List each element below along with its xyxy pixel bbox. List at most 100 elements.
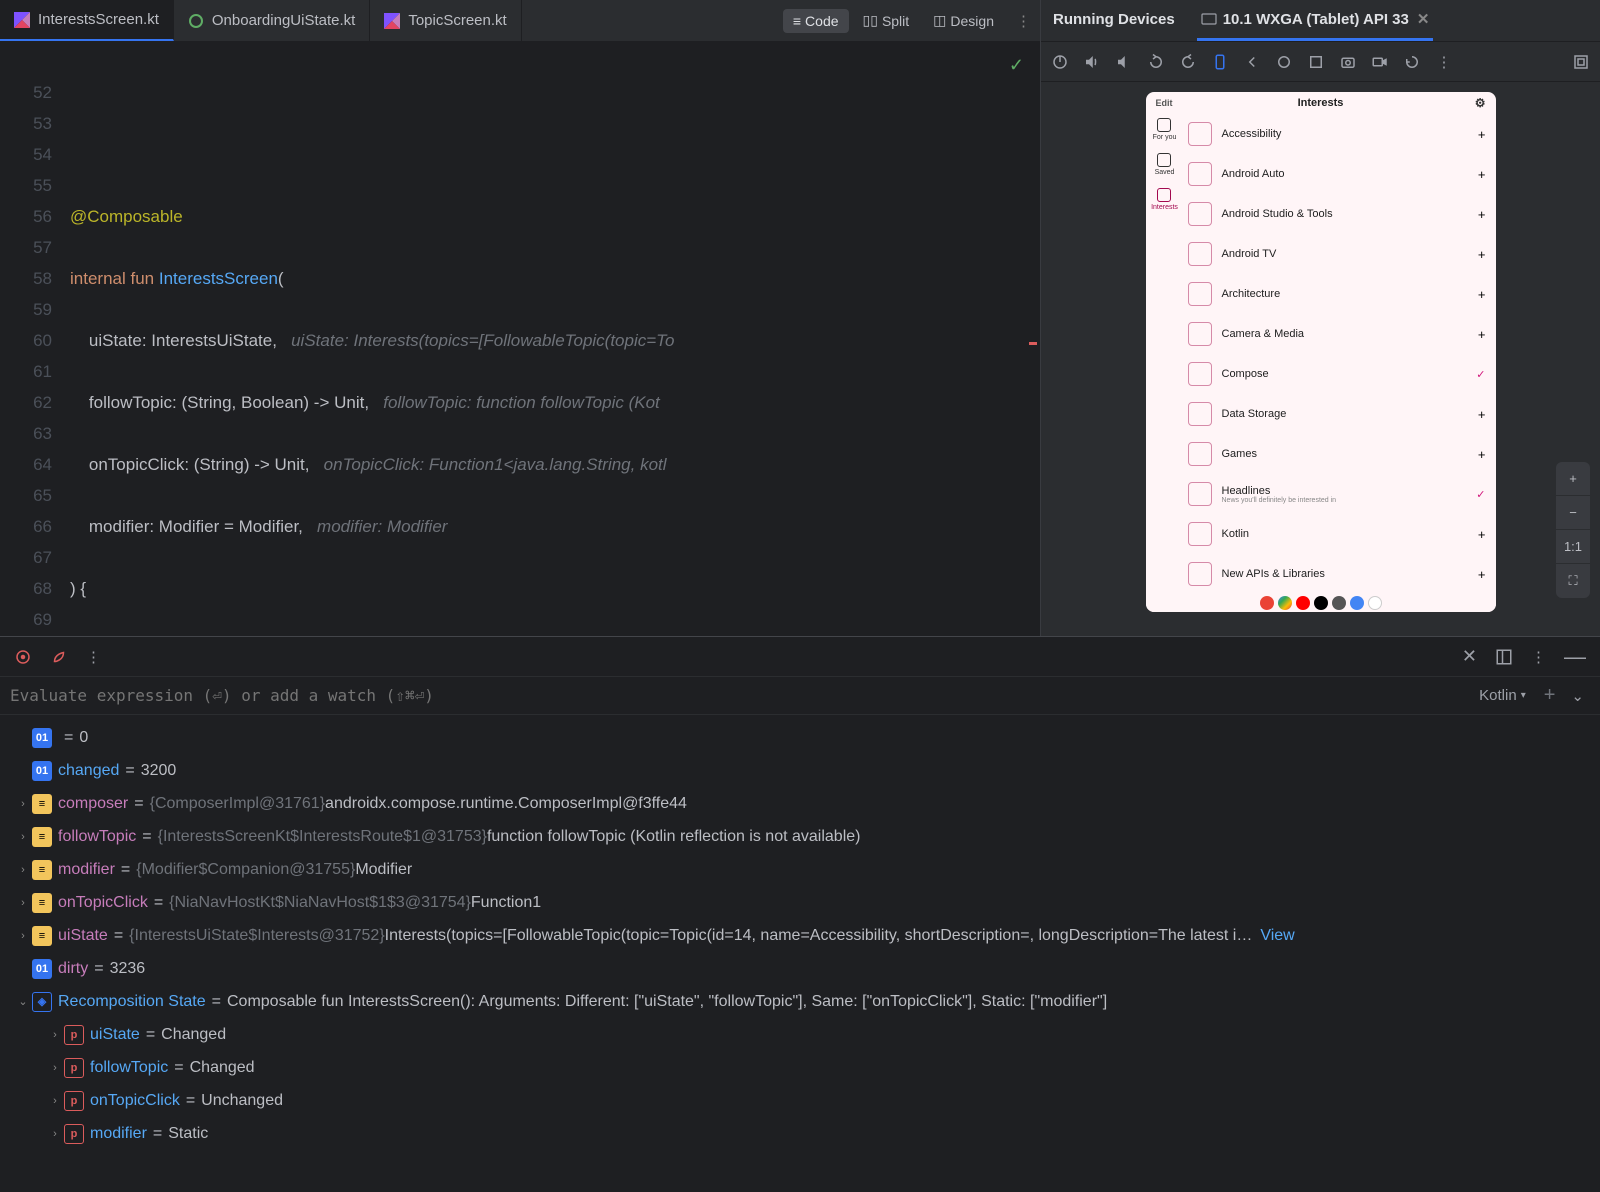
view-mode-split[interactable]: ▯▯Split bbox=[853, 8, 920, 33]
var-name: onTopicClick bbox=[58, 894, 148, 912]
tab-overflow-icon[interactable]: ⋮ bbox=[1016, 12, 1032, 30]
close-icon[interactable]: ✕ bbox=[1417, 10, 1430, 28]
debug-variable-row[interactable]: ›puiState = Changed bbox=[0, 1018, 1600, 1051]
var-name: modifier bbox=[90, 1125, 147, 1143]
tab-onboarding[interactable]: OnboardingUiState.kt bbox=[174, 0, 370, 41]
twistie-icon[interactable]: › bbox=[14, 897, 32, 909]
code-area[interactable]: @Composable internal fun InterestsScreen… bbox=[70, 42, 1040, 636]
twistie-icon[interactable]: › bbox=[46, 1062, 64, 1074]
topic-row[interactable]: Architecture+ bbox=[1184, 274, 1496, 314]
debug-variable-row[interactable]: ›≡onTopicClick = {NiaNavHostKt$NiaNavHos… bbox=[0, 886, 1600, 919]
tab-topic-screen[interactable]: TopicScreen.kt bbox=[370, 0, 521, 41]
device-tab[interactable]: 10.1 WXGA (Tablet) API 33 ✕ bbox=[1197, 0, 1434, 41]
topic-row[interactable]: HeadlinesNews you'll definitely be inter… bbox=[1184, 474, 1496, 514]
twistie-icon[interactable]: › bbox=[14, 798, 32, 810]
nav-home-icon[interactable] bbox=[1275, 53, 1293, 71]
var-name: followTopic bbox=[90, 1059, 168, 1077]
device-toolbar: ⋮ bbox=[1041, 42, 1600, 82]
topic-row[interactable]: Accessibility+ bbox=[1184, 114, 1496, 154]
topic-row[interactable]: Games+ bbox=[1184, 434, 1496, 474]
close-icon[interactable]: ✕ bbox=[1462, 646, 1477, 667]
volume-up-icon[interactable] bbox=[1083, 53, 1101, 71]
device-frame-icon[interactable] bbox=[1211, 53, 1229, 71]
var-name: modifier bbox=[58, 861, 115, 879]
var-type-icon: ≡ bbox=[32, 893, 52, 913]
topic-row[interactable]: Data Storage+ bbox=[1184, 394, 1496, 434]
topic-row[interactable]: Camera & Media+ bbox=[1184, 314, 1496, 354]
rotate-right-icon[interactable] bbox=[1179, 53, 1197, 71]
topic-row[interactable]: Android TV+ bbox=[1184, 234, 1496, 274]
debug-variable-row[interactable]: ⌄◈Recomposition State = Composable fun I… bbox=[0, 985, 1600, 1018]
twistie-icon[interactable]: ⌄ bbox=[14, 995, 32, 1008]
more-icon[interactable]: ⋮ bbox=[1435, 53, 1453, 71]
annotation: @Composable bbox=[70, 207, 183, 226]
watch-language[interactable]: Kotlin ▾ bbox=[1471, 687, 1534, 704]
gear-icon[interactable]: ⚙ bbox=[1475, 96, 1486, 110]
var-type-icon: ≡ bbox=[32, 860, 52, 880]
record-icon[interactable] bbox=[1371, 53, 1389, 71]
emulator-screen[interactable]: Edit Interests ⚙ For youSavedInterests A… bbox=[1146, 92, 1496, 612]
side-nav-item[interactable]: Saved bbox=[1155, 153, 1175, 176]
code-editor[interactable]: ✓ 52535455565758596061626364656667686970… bbox=[0, 42, 1040, 636]
twistie-icon[interactable]: › bbox=[14, 864, 32, 876]
variables-panel[interactable]: 01 = 001changed = 3200›≡composer = {Comp… bbox=[0, 715, 1600, 1192]
topic-row[interactable]: Kotlin+ bbox=[1184, 514, 1496, 554]
zoom-in[interactable]: + bbox=[1556, 462, 1590, 496]
editor-tabs: InterestsScreen.kt OnboardingUiState.kt … bbox=[0, 0, 1040, 42]
nav-overview-icon[interactable] bbox=[1307, 53, 1325, 71]
add-watch-icon[interactable]: + bbox=[1534, 684, 1566, 707]
chevron-down-icon[interactable]: ⌄ bbox=[1565, 687, 1590, 705]
debug-variable-row[interactable]: ›≡uiState = {InterestsUiState$Interests@… bbox=[0, 919, 1600, 952]
var-type-icon: ≡ bbox=[32, 827, 52, 847]
zoom-fit[interactable]: 1:1 bbox=[1556, 530, 1590, 564]
side-nav-item[interactable]: For you bbox=[1153, 118, 1177, 141]
minimize-icon[interactable]: — bbox=[1564, 644, 1586, 670]
var-type-icon: p bbox=[64, 1025, 84, 1045]
tab-interests-screen[interactable]: InterestsScreen.kt bbox=[0, 0, 174, 41]
topic-row[interactable]: New APIs & Libraries+ bbox=[1184, 554, 1496, 594]
twistie-icon[interactable]: › bbox=[46, 1029, 64, 1041]
debug-variable-row[interactable]: ›≡composer = {ComposerImpl@31761} androi… bbox=[0, 787, 1600, 820]
debug-variable-row[interactable]: ›≡modifier = {Modifier$Companion@31755} … bbox=[0, 853, 1600, 886]
debug-variable-row[interactable]: 01changed = 3200 bbox=[0, 754, 1600, 787]
leaf-icon[interactable] bbox=[50, 648, 68, 666]
watch-input[interactable] bbox=[10, 686, 1471, 705]
zoom-out[interactable]: − bbox=[1556, 496, 1590, 530]
nav-back-icon[interactable] bbox=[1243, 53, 1261, 71]
side-nav-item[interactable]: Interests bbox=[1151, 188, 1178, 211]
power-icon[interactable] bbox=[1051, 53, 1069, 71]
kotlin-file-icon bbox=[188, 13, 204, 29]
overflow-icon[interactable]: ⋮ bbox=[1531, 648, 1546, 666]
var-type-icon: ◈ bbox=[32, 992, 52, 1012]
twistie-icon[interactable]: › bbox=[46, 1095, 64, 1107]
device-topic-list[interactable]: Accessibility+Android Auto+Android Studi… bbox=[1184, 114, 1496, 594]
debug-variable-row[interactable]: 01dirty = 3236 bbox=[0, 952, 1600, 985]
debug-variable-row[interactable]: 01 = 0 bbox=[0, 721, 1600, 754]
topic-row[interactable]: Compose✓ bbox=[1184, 354, 1496, 394]
var-name: uiState bbox=[58, 927, 108, 945]
view-mode-design[interactable]: ◫Design bbox=[923, 8, 1004, 33]
screenshot-icon[interactable] bbox=[1339, 53, 1357, 71]
expand-icon[interactable] bbox=[1572, 53, 1590, 71]
debug-variable-row[interactable]: ›pfollowTopic = Changed bbox=[0, 1051, 1600, 1084]
running-devices-tab[interactable]: Running Devices bbox=[1049, 0, 1179, 41]
debug-variable-row[interactable]: ›≡followTopic = {InterestsScreenKt$Inter… bbox=[0, 820, 1600, 853]
var-name: composer bbox=[58, 795, 128, 813]
twistie-icon[interactable]: › bbox=[14, 930, 32, 942]
more-icon[interactable]: ⋮ bbox=[86, 648, 101, 666]
topic-row[interactable]: Android Studio & Tools+ bbox=[1184, 194, 1496, 234]
target-icon[interactable] bbox=[14, 648, 32, 666]
topic-row[interactable]: Android Auto+ bbox=[1184, 154, 1496, 194]
twistie-icon[interactable]: › bbox=[14, 831, 32, 843]
volume-down-icon[interactable] bbox=[1115, 53, 1133, 71]
view-link[interactable]: View bbox=[1260, 927, 1294, 945]
editor-scrollbar[interactable] bbox=[1026, 42, 1040, 636]
twistie-icon[interactable]: › bbox=[46, 1128, 64, 1140]
debug-variable-row[interactable]: ›pmodifier = Static bbox=[0, 1117, 1600, 1150]
reset-icon[interactable] bbox=[1403, 53, 1421, 71]
layout-icon[interactable] bbox=[1495, 648, 1513, 666]
debug-variable-row[interactable]: ›ponTopicClick = Unchanged bbox=[0, 1084, 1600, 1117]
view-mode-code[interactable]: ≡Code bbox=[783, 9, 849, 33]
rotate-left-icon[interactable] bbox=[1147, 53, 1165, 71]
zoom-full[interactable]: ⛶ bbox=[1556, 564, 1590, 598]
